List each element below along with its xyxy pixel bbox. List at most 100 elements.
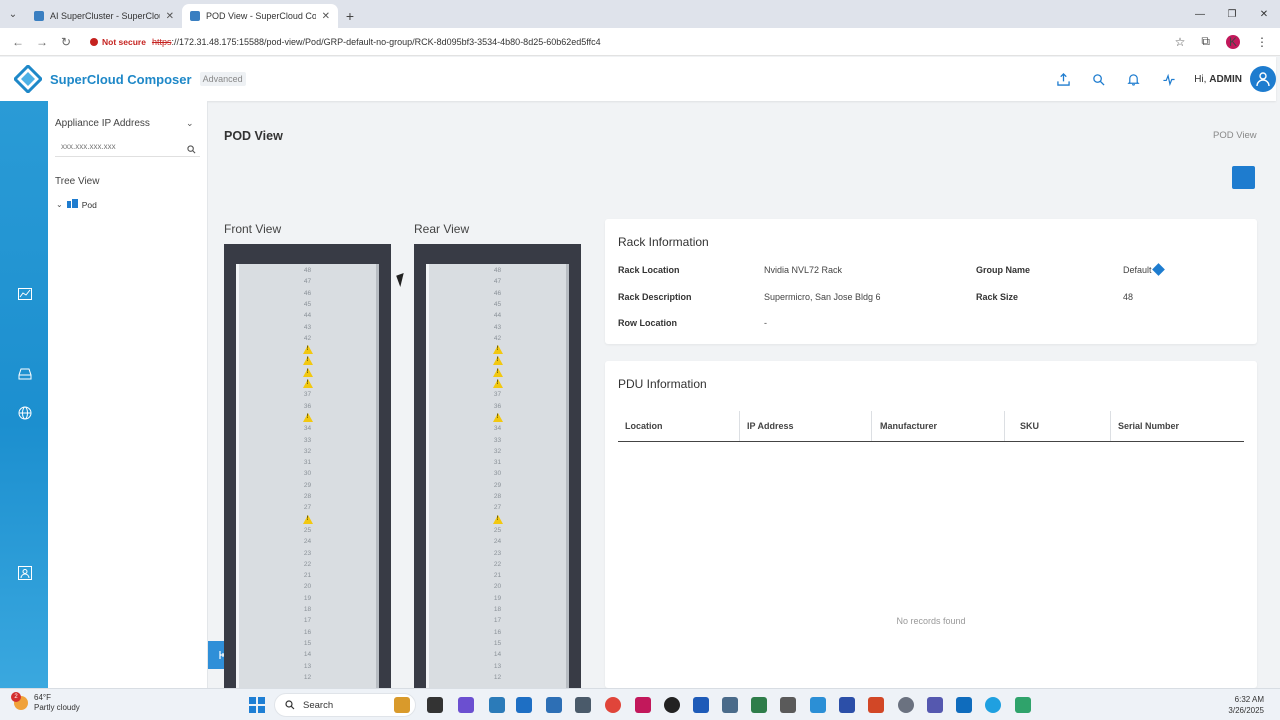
rack-slot[interactable]: 24 bbox=[429, 536, 566, 547]
globe-nav-icon[interactable] bbox=[17, 406, 33, 420]
rack-slot-warning[interactable] bbox=[239, 412, 376, 423]
rack-slot[interactable]: 30 bbox=[239, 468, 376, 479]
rack-slot[interactable]: 25 bbox=[239, 525, 376, 536]
column-header[interactable]: Manufacturer bbox=[880, 421, 937, 431]
rack-slot[interactable]: 22 bbox=[239, 559, 376, 570]
taskbar-app-icon[interactable] bbox=[751, 697, 767, 713]
warning-icon[interactable] bbox=[302, 379, 313, 388]
rack-slot[interactable]: 32 bbox=[429, 446, 566, 457]
rack-slot[interactable]: 46 bbox=[239, 288, 376, 299]
back-icon[interactable]: ← bbox=[6, 30, 30, 54]
rack-slot[interactable]: 33 bbox=[429, 435, 566, 446]
rack-slot[interactable]: 21 bbox=[429, 570, 566, 581]
taskbar-app-icon[interactable] bbox=[635, 697, 651, 713]
new-tab-icon[interactable]: + bbox=[338, 4, 362, 28]
rack-slot[interactable]: 45 bbox=[239, 299, 376, 310]
rack-slot[interactable]: 21 bbox=[239, 570, 376, 581]
warning-icon[interactable] bbox=[302, 412, 313, 422]
rack-slot-warning[interactable] bbox=[239, 355, 376, 366]
taskbar-teams-icon[interactable] bbox=[927, 697, 943, 713]
breadcrumb[interactable]: POD View bbox=[1213, 130, 1257, 141]
profile-avatar[interactable]: K bbox=[1226, 34, 1240, 49]
rack-slot-warning[interactable] bbox=[239, 367, 376, 378]
rack-slot[interactable]: 44 bbox=[239, 310, 376, 321]
rack-slot[interactable]: 15 bbox=[239, 638, 376, 649]
rack-slot[interactable]: 18 bbox=[239, 604, 376, 615]
restore-icon[interactable]: ❐ bbox=[1216, 0, 1248, 28]
rack-slot[interactable]: 16 bbox=[239, 627, 376, 638]
rack-slot[interactable]: 31 bbox=[239, 457, 376, 468]
taskbar-word-icon[interactable] bbox=[693, 697, 709, 713]
minimize-icon[interactable]: — bbox=[1184, 0, 1216, 28]
rack-slot[interactable]: 19 bbox=[429, 593, 566, 604]
rack-slot[interactable]: 45 bbox=[429, 299, 566, 310]
search-icon[interactable] bbox=[1091, 72, 1106, 87]
rack-slot[interactable]: 12 bbox=[239, 672, 376, 683]
rack-slot[interactable]: 42 bbox=[239, 333, 376, 344]
tab-search-chevron-icon[interactable]: ⌄ bbox=[0, 0, 26, 28]
ip-search-input[interactable] bbox=[55, 142, 175, 151]
warning-icon[interactable] bbox=[492, 367, 503, 377]
rack-slot[interactable]: 46 bbox=[429, 288, 566, 299]
rack-slot-warning[interactable] bbox=[239, 514, 376, 525]
taskbar-skype-icon[interactable] bbox=[985, 697, 1001, 713]
brand-name[interactable]: SuperCloud Composer bbox=[50, 72, 192, 87]
chevron-down-icon[interactable]: ⌄ bbox=[186, 118, 194, 129]
rack-slot[interactable]: 18 bbox=[429, 604, 566, 615]
column-header[interactable]: IP Address bbox=[747, 421, 794, 431]
warning-icon[interactable] bbox=[492, 356, 503, 366]
tab-close-icon[interactable]: ✕ bbox=[166, 11, 174, 22]
rack-slot[interactable]: 43 bbox=[429, 322, 566, 333]
tree-node-pod[interactable]: ⌄ Pod bbox=[56, 199, 97, 210]
taskbar-app-icon[interactable] bbox=[458, 697, 474, 713]
url-field[interactable]: Not secure https://172.31.48.175:15588/p… bbox=[90, 31, 1175, 53]
rack-slot[interactable]: 37 bbox=[429, 389, 566, 400]
warning-icon[interactable] bbox=[492, 345, 503, 355]
taskbar-app-icon[interactable] bbox=[1015, 697, 1031, 713]
warning-icon[interactable] bbox=[302, 367, 313, 377]
taskbar-terminal-icon[interactable] bbox=[427, 697, 443, 713]
column-header[interactable]: Location bbox=[625, 421, 663, 431]
rack-slot[interactable]: 23 bbox=[429, 548, 566, 559]
rack-slot[interactable]: 30 bbox=[429, 468, 566, 479]
rack-slot[interactable]: 12 bbox=[429, 672, 566, 683]
taskbar-outlook-icon[interactable] bbox=[956, 697, 972, 713]
bookmark-star-icon[interactable]: ☆ bbox=[1175, 35, 1186, 49]
rack-slot[interactable]: 42 bbox=[429, 333, 566, 344]
rack-slot[interactable]: 43 bbox=[239, 322, 376, 333]
rack-slot-warning[interactable] bbox=[239, 378, 376, 389]
system-clock[interactable]: 6:32 AM 3/26/2025 bbox=[1204, 694, 1264, 716]
rack-slot[interactable]: 13 bbox=[239, 661, 376, 672]
action-button[interactable] bbox=[1232, 166, 1255, 189]
rack-slot[interactable]: 34 bbox=[429, 423, 566, 434]
rack-slot-warning[interactable] bbox=[429, 367, 566, 378]
rack-slot[interactable]: 13 bbox=[429, 661, 566, 672]
not-secure-indicator[interactable]: Not secure bbox=[90, 37, 146, 47]
rack-slot[interactable]: 25 bbox=[429, 525, 566, 536]
rack-slot[interactable]: 33 bbox=[239, 435, 376, 446]
warning-icon[interactable] bbox=[492, 379, 503, 388]
rack-slot[interactable]: 34 bbox=[239, 423, 376, 434]
storage-nav-icon[interactable] bbox=[17, 367, 33, 381]
rack-slot[interactable]: 20 bbox=[239, 581, 376, 592]
taskbar-powerpoint-icon[interactable] bbox=[868, 697, 884, 713]
rack-slot[interactable]: 24 bbox=[239, 536, 376, 547]
rack-slot-warning[interactable] bbox=[429, 344, 566, 355]
reload-icon[interactable]: ↻ bbox=[54, 30, 78, 54]
taskbar-app-icon[interactable] bbox=[664, 697, 680, 713]
browser-tab[interactable]: AI SuperCluster - SuperCloud C ✕ bbox=[26, 4, 182, 28]
rack-slot[interactable]: 36 bbox=[239, 401, 376, 412]
warning-icon[interactable] bbox=[302, 514, 313, 524]
rack-slot[interactable]: 20 bbox=[429, 581, 566, 592]
supercloud-logo-icon[interactable] bbox=[12, 63, 44, 95]
rack-slot[interactable]: 27 bbox=[239, 502, 376, 513]
taskbar-app-icon[interactable] bbox=[489, 697, 505, 713]
rack-slot[interactable]: 14 bbox=[429, 649, 566, 660]
weather-widget[interactable]: 2 64°F Partly cloudy bbox=[11, 692, 80, 713]
rack-slot[interactable]: 15 bbox=[429, 638, 566, 649]
browser-menu-icon[interactable]: ⋮ bbox=[1256, 35, 1268, 49]
rack-slot-warning[interactable] bbox=[429, 412, 566, 423]
rack-slot[interactable]: 23 bbox=[239, 548, 376, 559]
rack-slot-warning[interactable] bbox=[429, 378, 566, 389]
rack-slot[interactable]: 27 bbox=[429, 502, 566, 513]
